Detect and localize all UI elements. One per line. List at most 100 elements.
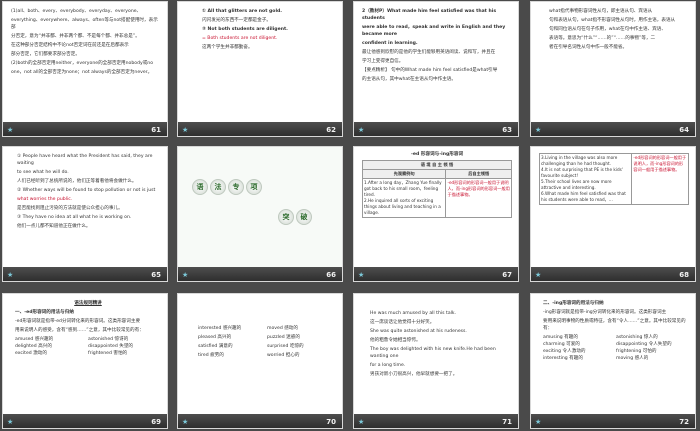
slide-thumbnail-72[interactable]: 二、-ing形容词的用法与归纳 -ing形容词就是指带-ing分词转化来的形容词… xyxy=(530,293,696,429)
word-item: astonishing 惊人的 xyxy=(616,335,658,340)
slide-title: -ed 形容词与-ing形容词 xyxy=(410,152,464,157)
word-item: moved 感动的 xyxy=(267,326,298,331)
word-item: worried 担心的 xyxy=(267,353,300,358)
word-item: puzzled 迷惑的 xyxy=(267,335,300,340)
slide-thumbnail-65[interactable]: ① People have heard what the President h… xyxy=(2,146,168,282)
word-item: amusing 有趣的 xyxy=(543,335,578,340)
slide-line: 他的粗鲁令她相当惊愕。 xyxy=(370,338,421,343)
word-item: frightening 可怕的 xyxy=(616,349,657,354)
word-item: excited 激动的 xyxy=(15,351,47,356)
slide-line: 最让他感到欣慰的是他的学生们能够用英语阅读、说和写，并且在 xyxy=(362,50,496,55)
slide-footer: ★ 69 xyxy=(3,414,167,428)
slide-line: 句和同位语从句在句子作用，what在句中作主语、宾语、 xyxy=(549,27,666,32)
slide-line: 男孩对新小刀很高兴，他早就想要一把了。 xyxy=(370,372,458,377)
slide-head: 语法规则精讲 xyxy=(74,301,102,306)
slide-line: 部分否定，它们都要求部分否定。 xyxy=(11,52,80,57)
slide-line: 2（教材P）What made him feel satisfied was t… xyxy=(362,9,497,21)
title-char: 法 xyxy=(210,179,226,195)
word-item: pleased 高兴的 xyxy=(198,335,232,340)
comparison-table: 3.Living in the village was also more ch… xyxy=(538,153,689,205)
star-icon: ★ xyxy=(535,418,542,426)
slide-line: one，not all的全部否定为none；not always的全部否定为ne… xyxy=(11,70,153,75)
title-char: 破 xyxy=(296,209,312,225)
slide-line: to see what he will do. xyxy=(17,170,69,175)
word-item: interested 感兴趣的 xyxy=(198,326,242,331)
slide-thumbnail-71[interactable]: He was much amused by all this talk. 这一席… xyxy=(353,293,519,429)
page-number: 66 xyxy=(326,271,336,279)
star-icon: ★ xyxy=(7,271,14,279)
slide-line: The boy was delighted with his new knife… xyxy=(370,347,496,359)
star-icon: ★ xyxy=(535,271,542,279)
page-number: 65 xyxy=(151,271,161,279)
slide-line: 者在引导名词性从句中作一般不能省。 xyxy=(549,45,628,50)
slide-thumbnail-69[interactable]: 语法规则精讲 一、-ed形容词的用法与归纳 -ed形容词就是指带-ed分词转化来… xyxy=(2,293,168,429)
page-number: 64 xyxy=(679,126,689,134)
star-icon: ★ xyxy=(358,418,365,426)
word-item: amused 感兴趣的 xyxy=(15,337,54,342)
page-number: 67 xyxy=(502,271,512,279)
slide-footer: ★ 71 xyxy=(354,414,518,428)
page-number: 63 xyxy=(502,126,512,134)
slide-line: 闪闪发光的东西不一定都是金子。 xyxy=(202,18,271,23)
slide-thumbnail-68[interactable]: 3.Living in the village was also more ch… xyxy=(530,146,696,282)
slide-line: everything、everywhere、always、often等与not搭… xyxy=(11,18,158,30)
word-item: delighted 高兴的 xyxy=(15,344,52,349)
table-cell: 4.It is not surprising that PE is the ki… xyxy=(541,167,623,178)
slide-footer: ★ 72 xyxy=(531,414,695,428)
slide-line: for a long time. xyxy=(370,363,406,368)
word-item: charming 可爱的 xyxy=(543,342,580,347)
slide-thumbnail-61[interactable]: (1)all、both、every、everybody、everyday、eve… xyxy=(2,1,168,137)
slide-footer: ★ 65 xyxy=(3,267,167,281)
slide-line: 这一席谈话让他觉得十分好笑。 xyxy=(370,320,435,325)
word-item: satisfied 满意的 xyxy=(198,344,233,349)
slide-thumbnail-67[interactable]: -ed 形容词与-ing形容词 语 境 自 主 领 悟 先观察例句 后自主领悟 1… xyxy=(353,146,519,282)
star-icon: ★ xyxy=(182,126,189,134)
slide-footer: ★ 70 xyxy=(178,414,342,428)
slide-line: ③ They have no idea at all what he is wo… xyxy=(17,215,132,220)
table-cell: 6.What made him feel satisfied was that … xyxy=(541,191,626,202)
slide-line: ② Not both students are diligent. xyxy=(202,27,288,32)
slide-line: 他们一点儿都不知道他正在做什么。 xyxy=(17,224,91,229)
slide-line: 一、-ed形容词的用法与归纳 xyxy=(15,310,74,315)
slide-footer: ★ 63 xyxy=(354,122,518,136)
slide-thumbnail-64[interactable]: what指代事物形容词性从句，即主语从句、宾语从 句和表语从句，what指不形容… xyxy=(530,1,696,137)
slide-thumbnail-70[interactable]: interested 感兴趣的 moved 感动的 pleased 高兴的 pu… xyxy=(177,293,343,429)
star-icon: ★ xyxy=(182,418,189,426)
slide-line: -ing形容词就是指带-ing分词转化来的形容词。这类形容词主 xyxy=(543,310,667,315)
word-item: surprised 吃惊的 xyxy=(267,344,304,349)
page-number: 68 xyxy=(679,271,689,279)
slide-thumbnail-66[interactable]: 语 法 专 项 突 破 ★ 66 xyxy=(177,146,343,282)
slide-line: what指代事物形容词性从句，即主语从句、宾语从 xyxy=(549,9,653,14)
slide-line: (2)both的全部否定用neither，everyone的全部否定用nobod… xyxy=(11,61,154,66)
word-item: disappointing 令人失望的 xyxy=(616,342,672,347)
word-item: tired 疲劳的 xyxy=(198,353,224,358)
slide-line: ② Whether ways will be found to stop pol… xyxy=(17,188,156,193)
slide-line: confident in learning. xyxy=(362,41,418,46)
title-char: 项 xyxy=(246,179,262,195)
page-number: 70 xyxy=(326,418,336,426)
star-icon: ★ xyxy=(358,271,365,279)
word-item: disappointed 失望的 xyxy=(88,344,134,349)
slide-sorter-grid: (1)all、both、every、everybody、everyday、eve… xyxy=(0,0,700,431)
slide-line: 在这种部分否定结构中不论not否定词在前还是在后都表示 xyxy=(11,43,129,48)
page-number: 71 xyxy=(502,418,512,426)
slide-line: ① People have heard what the President h… xyxy=(17,154,153,166)
slide-line: 用来说明人的感受，含有“感到……”之意，其中比较常见的有： xyxy=(15,328,144,333)
slide-line: 这两个学生并非都勤奋。 xyxy=(202,45,253,50)
slide-footer: ★ 67 xyxy=(354,267,518,281)
word-item: astonished 惊讶的 xyxy=(88,337,129,342)
page-number: 62 xyxy=(326,126,336,134)
table-cell: 5.Their school lives are now more attrac… xyxy=(541,179,612,190)
slide-thumbnail-62[interactable]: ① All that glitters are not gold. 闪闪发光的东… xyxy=(177,1,343,137)
slide-footer: ★ 61 xyxy=(3,122,167,136)
slide-line: 【要点精析】 句中的What made him feel satisfied是w… xyxy=(362,68,498,73)
page-number: 61 xyxy=(151,126,161,134)
slide-line: 的主语从句，其中what在主语从句中作主语。 xyxy=(362,77,456,82)
slide-line: ① All that glitters are not gold. xyxy=(202,9,283,14)
slide-thumbnail-63[interactable]: 2（教材P）What made him feel satisfied was t… xyxy=(353,1,519,137)
slide-line: 是否能找到阻止污染的方法就是使公众担心的事儿。 xyxy=(17,206,123,211)
table-cell: 3.Living in the village was also more ch… xyxy=(541,155,618,166)
star-icon: ★ xyxy=(7,126,14,134)
title-char: 突 xyxy=(278,209,294,225)
slide-footer: ★ 66 xyxy=(178,267,342,281)
